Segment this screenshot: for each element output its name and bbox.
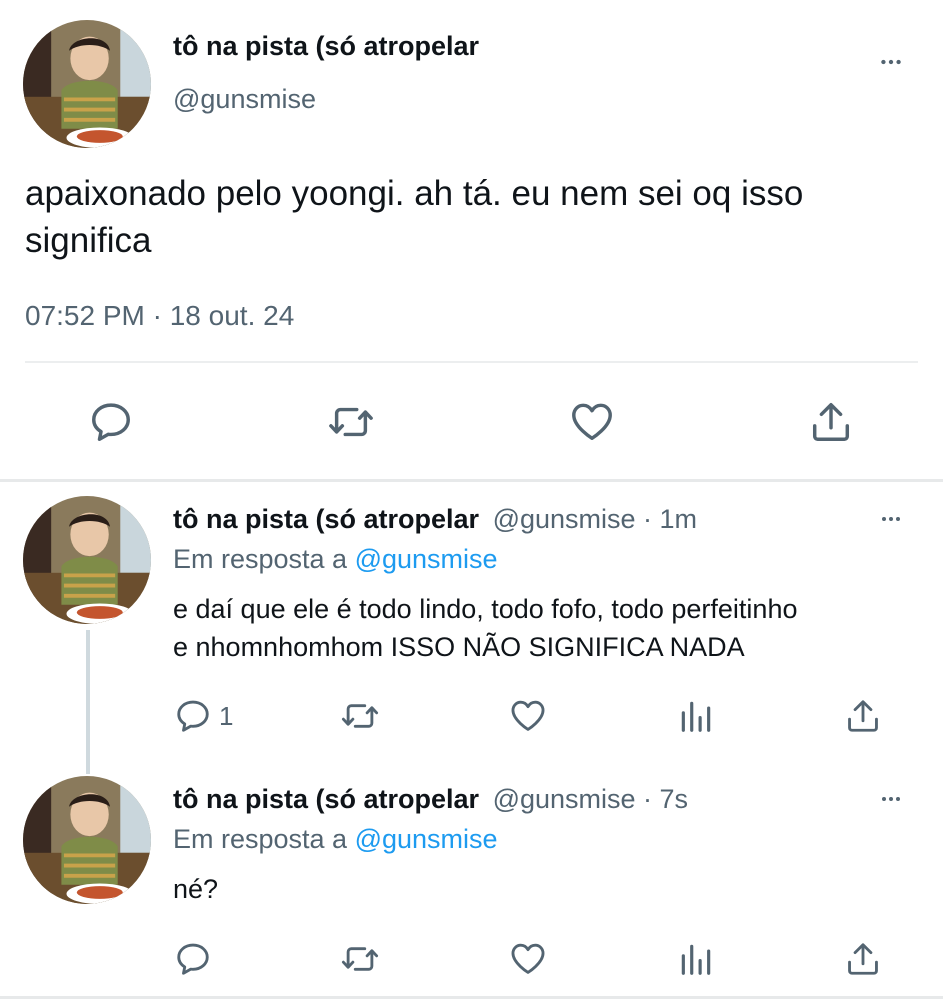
share-icon[interactable] xyxy=(808,399,854,445)
avatar[interactable] xyxy=(23,20,151,148)
divider xyxy=(0,479,943,482)
reply-icon[interactable] xyxy=(88,399,134,445)
tweet-text: apaixonado pelo yoongi. ah tá. eu nem se… xyxy=(25,174,804,260)
author-handle[interactable]: @gunsmise xyxy=(173,84,316,115)
reply-icon[interactable] xyxy=(174,940,212,978)
handle-time[interactable]: @gunsmise · 7s xyxy=(493,784,688,814)
reply-prefix: Em resposta a xyxy=(173,824,348,854)
thread-line xyxy=(86,630,90,774)
tweet-timestamp: 07:52 PM · 18 out. 24 xyxy=(25,300,295,331)
reply-context: Em resposta a @gunsmise xyxy=(173,544,498,575)
analytics-icon[interactable] xyxy=(677,697,715,735)
author-name[interactable]: tô na pista (só atropelar xyxy=(173,31,479,62)
share-icon[interactable] xyxy=(844,940,882,978)
like-icon[interactable] xyxy=(508,940,548,978)
more-icon[interactable] xyxy=(874,507,908,531)
reply-to-link[interactable]: @gunsmise xyxy=(355,544,498,574)
retweet-icon[interactable] xyxy=(338,940,382,978)
author-name[interactable]: tô na pista (só atropelar xyxy=(173,784,479,814)
reply-context: Em resposta a @gunsmise xyxy=(173,824,498,855)
reply-header: tô na pista (só atropelar @gunsmise · 1m xyxy=(173,504,697,535)
reply-header: tô na pista (só atropelar @gunsmise · 7s xyxy=(173,784,688,815)
reply-count: 1 xyxy=(219,701,234,731)
retweet-icon[interactable] xyxy=(338,697,382,735)
reply-text-line-1: e daí que ele é todo lindo, todo fofo, t… xyxy=(173,594,798,624)
divider xyxy=(25,361,918,363)
retweet-icon[interactable] xyxy=(325,399,377,445)
like-icon[interactable] xyxy=(508,697,548,735)
reply-to-link[interactable]: @gunsmise xyxy=(355,824,498,854)
reply-icon[interactable] xyxy=(174,697,212,735)
more-icon[interactable] xyxy=(874,787,908,811)
like-icon[interactable] xyxy=(568,399,616,445)
more-icon[interactable] xyxy=(874,49,908,75)
reply-prefix: Em resposta a xyxy=(173,544,348,574)
analytics-icon[interactable] xyxy=(677,940,715,978)
handle-time[interactable]: @gunsmise · 1m xyxy=(493,504,697,534)
author-name[interactable]: tô na pista (só atropelar xyxy=(173,504,479,534)
reply-text-line-2: e nhomnhomhom ISSO NÃO SIGNIFICA NADA xyxy=(173,632,745,662)
divider xyxy=(0,996,943,999)
reply-text-line-1: né? xyxy=(173,874,219,904)
avatar[interactable] xyxy=(23,496,151,624)
avatar[interactable] xyxy=(23,776,151,904)
share-icon[interactable] xyxy=(844,697,882,735)
